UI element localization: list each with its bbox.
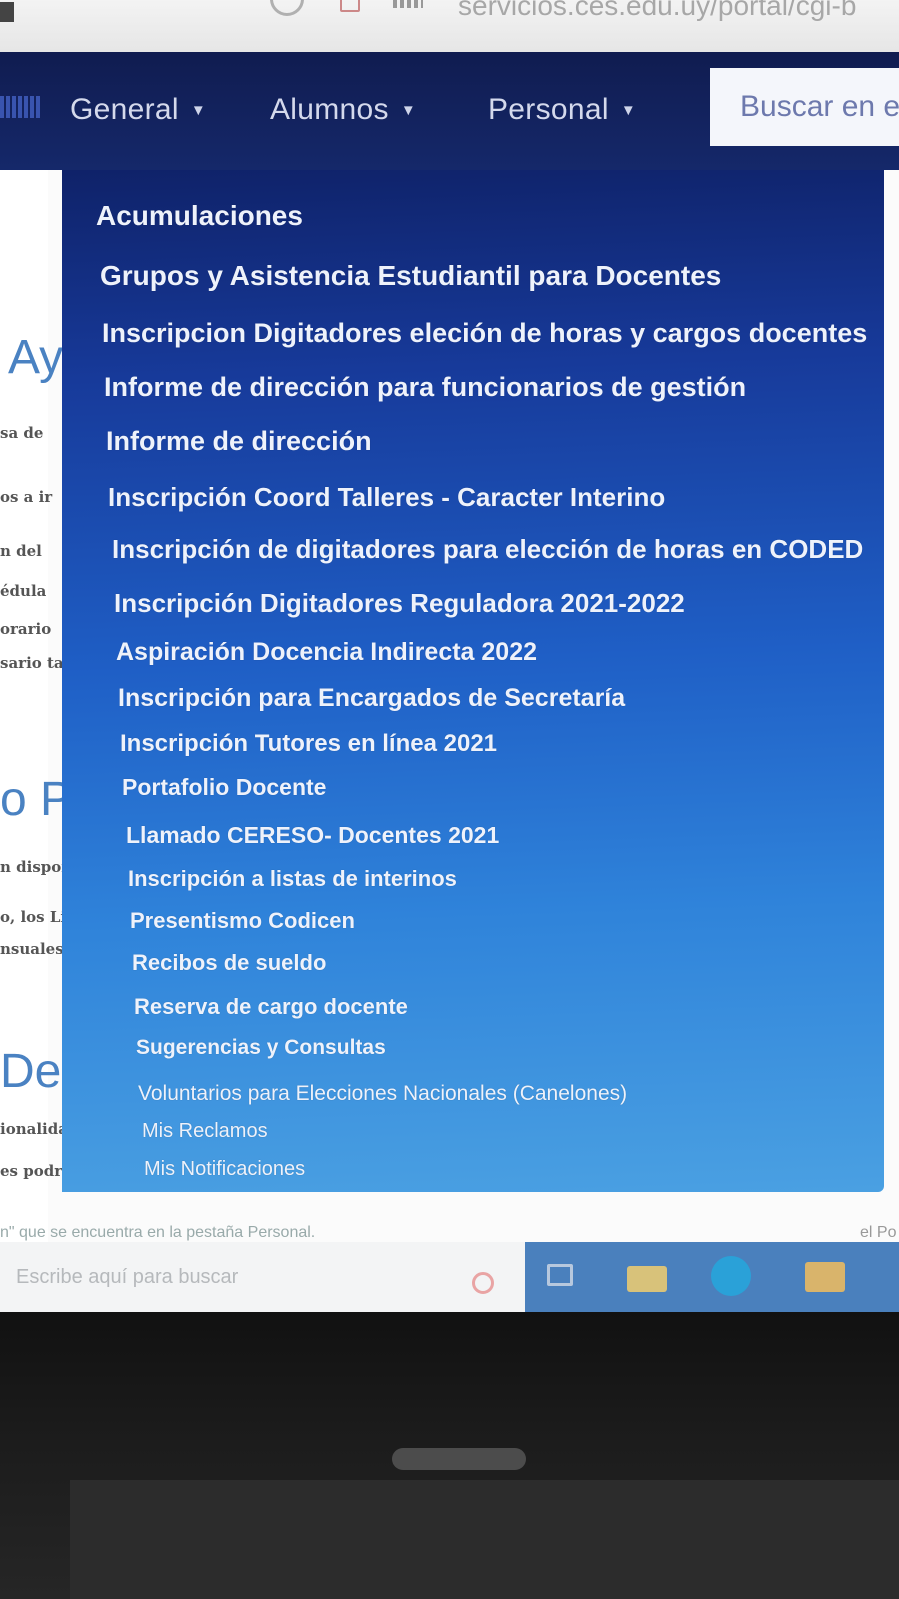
nav-general-label: General [70,93,179,126]
taskbar-search-placeholder: Escribe aquí para buscar [16,1266,239,1288]
nav-alumnos[interactable]: Alumnos ▼ [270,92,416,128]
paragraph-fragment: sa de [0,424,44,442]
taskbar-apps [525,1242,899,1312]
bookmark-icon[interactable] [340,0,360,12]
menu-item[interactable]: Presentismo Codicen [130,908,355,934]
menu-item[interactable]: Sugerencias y Consultas [136,1036,386,1060]
personal-dropdown-menu: Acumulaciones Grupos y Asistencia Estudi… [62,170,884,1192]
footer-text-left: n" que se encuentra en la pestaña Person… [0,1224,316,1241]
cortana-icon[interactable] [472,1272,494,1294]
file-explorer-icon[interactable] [627,1266,667,1292]
url-text[interactable]: servicios.ces.edu.uy/portal/cgi-b [458,0,856,22]
menu-item[interactable]: Informe de dirección para funcionarios d… [104,372,746,403]
paragraph-fragment: édula [0,582,47,600]
menu-item[interactable]: Informe de dirección [106,426,372,457]
edge-browser-icon[interactable] [711,1256,751,1296]
menu-item[interactable]: Inscripción Digitadores Reguladora 2021-… [114,588,685,619]
top-navbar: General ▼ Alumnos ▼ Personal ▼ [0,52,899,170]
webcam-notch [392,1448,526,1470]
store-icon[interactable] [805,1262,845,1292]
caret-down-icon: ▼ [620,101,636,119]
menu-item[interactable]: Inscripción para Encargados de Secretarí… [118,684,625,713]
site-info-icon[interactable] [393,0,423,8]
nav-personal-label: Personal [488,93,609,126]
browser-address-bar: servicios.ces.edu.uy/portal/cgi-b [0,0,899,52]
menu-item[interactable]: Inscripcion Digitadores eleción de horas… [102,318,867,349]
paragraph-fragment: sario ta [0,654,64,672]
monitor-bezel [0,1312,899,1599]
menu-item[interactable]: Llamado CERESO- Docentes 2021 [126,822,499,849]
menu-item[interactable]: Inscripción a listas de interinos [128,866,457,892]
section-heading: Ay [8,331,64,384]
menu-item[interactable]: Inscripción de digitadores para elección… [112,534,863,565]
site-logo-icon[interactable] [0,96,40,118]
reload-icon[interactable] [270,0,304,16]
paragraph-fragment: orario [0,620,52,638]
menu-item[interactable]: Voluntarios para Elecciones Nacionales (… [138,1082,627,1106]
nav-alumnos-label: Alumnos [270,93,389,126]
taskbar-search-box[interactable]: Escribe aquí para buscar [0,1242,525,1312]
menu-item[interactable]: Acumulaciones [96,200,303,232]
paragraph-fragment: n del [0,542,42,560]
menu-item[interactable]: Inscripción Coord Talleres - Caracter In… [108,482,665,513]
menu-item[interactable]: Mis Reclamos [142,1120,268,1143]
footer-text-right: el Po [860,1224,897,1241]
page-footer-text: n" que se encuentra en la pestaña Person… [0,1224,899,1242]
task-view-icon[interactable] [547,1264,573,1286]
menu-item[interactable]: Reserva de cargo docente [134,994,408,1020]
menu-item[interactable]: Inscripción Tutores en línea 2021 [120,730,497,758]
bezel-lower-panel [70,1480,899,1599]
web-page: General ▼ Alumnos ▼ Personal ▼ Ay sa de … [0,52,899,1242]
paragraph-fragment: os a ir [0,488,53,506]
menu-item[interactable]: Recibos de sueldo [132,950,326,976]
nav-general[interactable]: General ▼ [70,92,206,128]
menu-item[interactable]: Portafolio Docente [122,774,326,801]
menu-item[interactable]: Mis Notificaciones [144,1158,305,1181]
menu-item[interactable]: Grupos y Asistencia Estudiantil para Doc… [100,260,721,292]
browser-tab-icon [0,2,14,22]
nav-personal[interactable]: Personal ▼ [488,92,636,128]
windows-taskbar: Escribe aquí para buscar [0,1242,899,1312]
caret-down-icon: ▼ [400,101,416,119]
site-search-input[interactable] [710,68,899,146]
menu-item[interactable]: Aspiración Docencia Indirecta 2022 [116,638,537,667]
caret-down-icon: ▼ [190,101,206,119]
